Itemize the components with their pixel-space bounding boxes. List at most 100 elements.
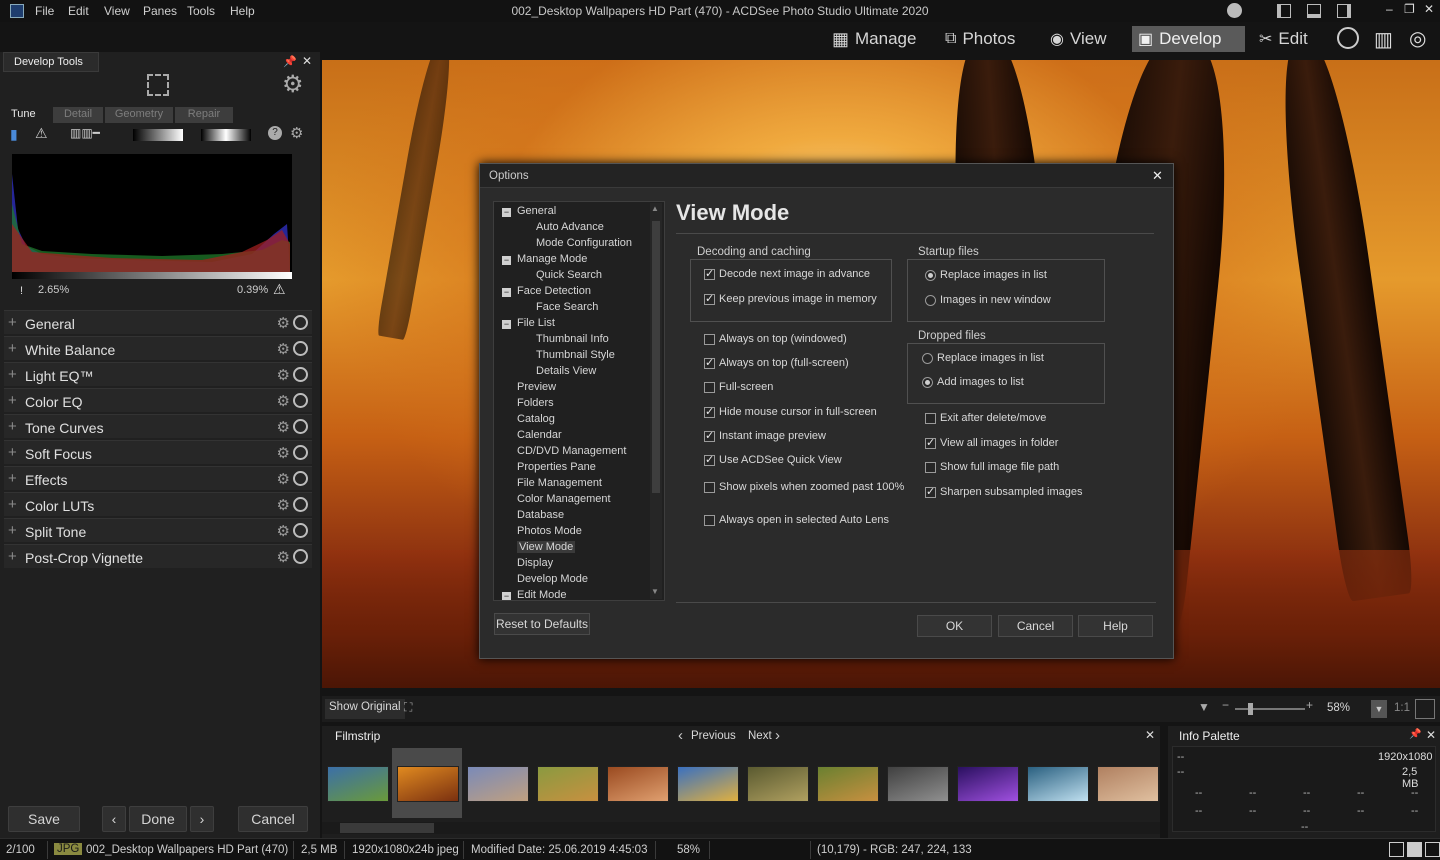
reset-circle-icon[interactable] <box>293 549 308 564</box>
radio-option[interactable]: Replace images in list <box>925 269 1047 281</box>
tree-item[interactable]: Thumbnail Info <box>536 333 609 345</box>
checkbox[interactable] <box>704 429 715 442</box>
reset-circle-icon[interactable] <box>293 341 308 356</box>
tree-item[interactable]: Face Search <box>536 301 598 313</box>
reset-circle-icon[interactable] <box>293 523 308 538</box>
tool-color-eq[interactable]: + Color EQ ⚙ <box>4 388 312 412</box>
settings-gear-icon[interactable]: ⚙ <box>282 70 304 99</box>
filmstrip-thumbnail[interactable] <box>677 766 739 802</box>
scroll-down-icon[interactable]: ▼ <box>651 587 659 596</box>
luxea-icon[interactable]: ◎ <box>1409 26 1426 51</box>
tab-tune[interactable]: Tune <box>3 107 44 123</box>
mode-manage-button[interactable]: ▦ Manage <box>826 26 922 52</box>
checkbox[interactable] <box>704 453 715 466</box>
tree-item[interactable]: File List <box>517 317 555 329</box>
reset-circle-icon[interactable] <box>293 471 308 486</box>
expand-icon[interactable]: + <box>8 366 17 383</box>
checkbox[interactable] <box>704 333 715 345</box>
previous-arrow-icon[interactable]: ‹ <box>678 727 683 744</box>
filmstrip-thumbnail[interactable] <box>887 766 949 802</box>
checkbox[interactable] <box>925 436 936 449</box>
expand-icon[interactable]: + <box>8 418 17 435</box>
filmstrip-thumbnail[interactable] <box>607 766 669 802</box>
previous-button[interactable]: Previous <box>691 730 736 742</box>
radio-option[interactable]: Add images to list <box>922 376 1024 388</box>
dashboard-icon[interactable]: ▥ <box>1374 27 1393 52</box>
tree-item[interactable]: Preview <box>517 381 556 393</box>
close-window-icon[interactable]: ✕ <box>1424 2 1434 16</box>
close-info-icon[interactable]: ✕ <box>1426 728 1436 742</box>
status-check-icon[interactable] <box>1425 842 1440 857</box>
restore-icon[interactable]: ❐ <box>1404 2 1415 16</box>
expand-icon[interactable]: + <box>8 496 17 513</box>
layout-right-icon[interactable] <box>1337 4 1351 18</box>
tree-item[interactable]: File Management <box>517 477 602 489</box>
status-view-icon[interactable] <box>1389 842 1404 857</box>
tree-item[interactable]: Details View <box>536 365 596 377</box>
tree-item[interactable]: CD/DVD Management <box>517 445 626 457</box>
tree-item[interactable]: Database <box>517 509 564 521</box>
next-image-button[interactable]: › <box>190 806 214 832</box>
tool-effects[interactable]: + Effects ⚙ <box>4 466 312 490</box>
tree-expand-icon[interactable]: − <box>502 288 511 297</box>
mode-view-button[interactable]: ◉ View <box>1044 26 1113 52</box>
tree-expand-icon[interactable]: − <box>502 592 511 600</box>
tab-detail[interactable]: Detail <box>53 107 103 123</box>
checkbox-option[interactable]: Keep previous image in memory <box>704 292 877 305</box>
fit-image-icon[interactable] <box>1415 699 1435 719</box>
tool-gear-icon[interactable]: ⚙ <box>277 418 290 436</box>
tool-gear-icon[interactable]: ⚙ <box>277 366 290 384</box>
filmstrip-thumbnail[interactable] <box>1097 766 1159 802</box>
tree-expand-icon[interactable]: − <box>502 320 511 329</box>
actual-size-button[interactable]: 1:1 <box>1394 702 1410 714</box>
checkbox[interactable] <box>704 356 715 369</box>
shadow-clip-icon[interactable]: ! <box>20 285 23 297</box>
tool-white-balance[interactable]: + White Balance ⚙ <box>4 336 312 360</box>
checkbox-option[interactable]: View all images in folder <box>925 436 1058 449</box>
save-button[interactable]: Save <box>8 806 80 832</box>
develop-tools-tab[interactable]: Develop Tools <box>3 52 99 72</box>
tool-soft-focus[interactable]: + Soft Focus ⚙ <box>4 440 312 464</box>
reset-circle-icon[interactable] <box>293 367 308 382</box>
tab-repair[interactable]: Repair <box>175 107 233 123</box>
zoom-menu-icon[interactable]: ▼ <box>1198 700 1210 714</box>
tree-expand-icon[interactable]: − <box>502 208 511 217</box>
checkbox-option[interactable]: Instant image preview <box>704 429 826 442</box>
tree-item[interactable]: Quick Search <box>536 269 602 281</box>
checkbox[interactable] <box>704 514 715 526</box>
tool-tone-curves[interactable]: + Tone Curves ⚙ <box>4 414 312 438</box>
tree-item[interactable]: Properties Pane <box>517 461 596 473</box>
radio-option[interactable]: Images in new window <box>925 294 1051 306</box>
checkbox-option[interactable]: Decode next image in advance <box>704 267 870 280</box>
checkbox-option[interactable]: Full-screen <box>704 381 773 393</box>
minimize-icon[interactable]: – <box>1386 2 1393 16</box>
tool-gear-icon[interactable]: ⚙ <box>277 340 290 358</box>
account-icon[interactable] <box>1227 3 1242 18</box>
filmstrip-thumbnail[interactable] <box>537 766 599 802</box>
tree-item[interactable]: Manage Mode <box>517 253 587 265</box>
mode-develop-button[interactable]: ▣ Develop <box>1132 26 1245 52</box>
acdsee-365-icon[interactable] <box>1337 27 1359 49</box>
ok-button[interactable]: OK <box>917 615 992 637</box>
filmstrip-thumbnail[interactable] <box>327 766 389 802</box>
filmstrip-thumbnail[interactable] <box>747 766 809 802</box>
highlight-warning-icon[interactable]: ⚠ <box>273 281 286 298</box>
tool-general[interactable]: + General ⚙ <box>4 310 312 334</box>
tool-gear-icon[interactable]: ⚙ <box>277 392 290 410</box>
tool-gear-icon[interactable]: ⚙ <box>277 314 290 332</box>
help-icon[interactable]: ? <box>268 126 282 140</box>
mode-photos-button[interactable]: ⧉ Photos <box>939 26 1021 52</box>
gradient-light-swatch[interactable] <box>201 129 251 141</box>
tab-geometry[interactable]: Geometry <box>105 107 173 123</box>
tree-item[interactable]: Display <box>517 557 553 569</box>
warning-icon[interactable]: ⚠ <box>35 125 48 142</box>
radio-button[interactable] <box>922 376 933 388</box>
done-button[interactable]: Done <box>129 806 187 832</box>
checkbox-option[interactable]: Always on top (full-screen) <box>704 356 849 369</box>
zoom-out-icon[interactable]: − <box>1222 698 1229 712</box>
tool-gear-icon[interactable]: ⚙ <box>277 522 290 540</box>
radio-button[interactable] <box>925 294 936 306</box>
tree-item[interactable]: Face Detection <box>517 285 591 297</box>
zoom-dropdown-icon[interactable]: ▼ <box>1371 700 1387 718</box>
tool-gear-icon[interactable]: ⚙ <box>277 496 290 514</box>
